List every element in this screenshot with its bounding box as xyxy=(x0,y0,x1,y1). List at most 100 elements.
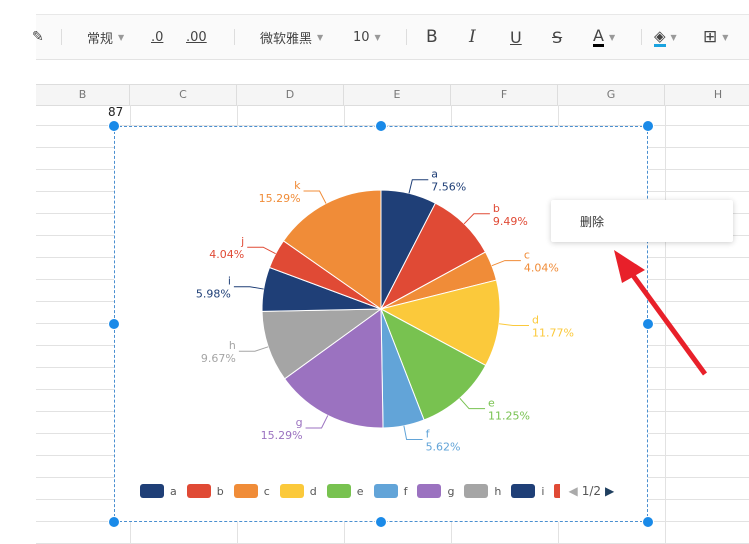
legend-label: h xyxy=(494,484,502,498)
slice-category-label: j xyxy=(240,235,244,248)
legend-next-icon[interactable]: ▶ xyxy=(605,484,614,498)
resize-handle-t[interactable] xyxy=(375,120,387,132)
legend-swatch-partial xyxy=(554,484,561,498)
paint-bucket-icon: ◈ xyxy=(654,26,666,47)
bold-button[interactable]: B xyxy=(426,15,438,59)
menu-item-delete[interactable]: 删除 xyxy=(580,213,604,230)
slice-percent-label: 9.67% xyxy=(201,352,236,365)
legend-swatch xyxy=(464,484,489,498)
font-size-dropdown[interactable]: 10 ▼ xyxy=(353,15,381,59)
legend-swatch xyxy=(511,484,536,498)
leader-line xyxy=(247,246,276,255)
borders-button[interactable]: ⊞ ▼ xyxy=(703,15,728,59)
legend-page-indicator: 1/2 xyxy=(581,484,602,498)
slice-percent-label: 11.77% xyxy=(532,326,574,339)
slice-category-label: e xyxy=(488,397,495,410)
slice-category-label: d xyxy=(532,313,539,326)
legend-swatch xyxy=(373,484,398,498)
slice-percent-label: 15.29% xyxy=(259,192,301,205)
leader-line xyxy=(403,425,423,441)
pie-svg: a7.56%b9.49%c4.04%d11.77%e11.25%f5.62%g1… xyxy=(196,168,574,454)
chevron-down-icon: ▼ xyxy=(670,32,677,42)
borders-icon: ⊞ xyxy=(703,27,718,47)
legend-label: d xyxy=(309,484,317,498)
chevron-down-icon: ▼ xyxy=(317,32,324,42)
column-header: B C D E F G H xyxy=(36,84,749,106)
font-family-dropdown[interactable]: 微软雅黑 ▼ xyxy=(260,15,323,59)
slice-percent-label: 9.49% xyxy=(493,215,528,228)
strikethrough-button[interactable]: S xyxy=(552,15,562,59)
column-header-c[interactable]: C xyxy=(130,85,237,105)
legend-item-e[interactable]: e xyxy=(326,484,364,498)
slice-percent-label: 11.25% xyxy=(488,410,530,423)
resize-handle-r[interactable] xyxy=(642,318,654,330)
number-format-dropdown[interactable]: 常规 ▼ xyxy=(87,15,124,59)
leader-line xyxy=(499,323,529,326)
slice-percent-label: 5.62% xyxy=(426,441,461,454)
slice-category-label: b xyxy=(493,202,500,215)
column-header-g[interactable]: G xyxy=(558,85,665,105)
leader-line xyxy=(238,346,269,352)
decrease-decimal-button[interactable]: .0 xyxy=(151,15,163,59)
legend-swatch xyxy=(417,484,442,498)
leader-line xyxy=(459,397,486,410)
legend-item-a[interactable]: a xyxy=(140,484,177,498)
resize-handle-br[interactable] xyxy=(642,516,654,528)
legend-item-f[interactable]: f xyxy=(373,484,408,498)
fill-color-button[interactable]: ◈ ▼ xyxy=(654,15,677,59)
slice-percent-label: 15.29% xyxy=(261,429,303,442)
resize-handle-tr[interactable] xyxy=(642,120,654,132)
leader-line xyxy=(491,260,521,267)
column-header-f[interactable]: F xyxy=(451,85,558,105)
legend-item-b[interactable]: b xyxy=(186,484,224,498)
chevron-down-icon: ▼ xyxy=(118,32,125,42)
increase-decimal-button[interactable]: .00 xyxy=(186,15,207,59)
resize-handle-bl[interactable] xyxy=(108,516,120,528)
legend-prev-icon[interactable]: ◀ xyxy=(568,484,577,498)
column-header-e[interactable]: E xyxy=(344,85,451,105)
slice-category-label: i xyxy=(228,275,231,288)
slice-category-label: a xyxy=(431,168,438,181)
resize-handle-l[interactable] xyxy=(108,318,120,330)
legend-swatch xyxy=(279,484,304,498)
resize-handle-tl[interactable] xyxy=(108,120,120,132)
font-color-button[interactable]: A ▼ xyxy=(593,15,615,59)
slice-percent-label: 7.56% xyxy=(431,181,466,194)
legend-item-d[interactable]: d xyxy=(279,484,317,498)
column-header-h[interactable]: H xyxy=(665,85,749,105)
context-menu: 删除 xyxy=(551,200,733,242)
slice-percent-label: 4.04% xyxy=(524,262,559,275)
legend-swatch xyxy=(140,484,164,498)
legend-label: f xyxy=(403,484,408,498)
leader-line xyxy=(303,190,327,204)
chevron-down-icon: ▼ xyxy=(722,32,729,42)
legend-label: c xyxy=(263,484,270,498)
legend-item-c[interactable]: c xyxy=(233,484,270,498)
legend-swatch xyxy=(233,484,258,498)
format-painter-icon[interactable]: ✎ xyxy=(32,15,44,59)
legend-item-i[interactable]: i xyxy=(511,484,544,498)
column-header-b[interactable]: B xyxy=(36,85,130,105)
resize-handle-b[interactable] xyxy=(375,516,387,528)
slice-category-label: g xyxy=(296,416,303,429)
legend-swatch xyxy=(186,484,211,498)
chart-legend: a b c d e f g h i ◀ 1/2 ▶ xyxy=(140,484,614,498)
cell-value[interactable]: 87 xyxy=(108,105,123,119)
leader-line xyxy=(408,179,429,194)
slice-percent-label: 4.04% xyxy=(209,248,244,261)
legend-label: b xyxy=(216,484,224,498)
slice-category-label: f xyxy=(426,428,431,441)
column-header-d[interactable]: D xyxy=(237,85,344,105)
legend-label: e xyxy=(356,484,364,498)
leader-line xyxy=(463,213,490,225)
leader-line xyxy=(233,286,264,290)
underline-button[interactable]: U xyxy=(510,15,522,59)
toolbar: ✎ 常规 ▼ .0 .00 微软雅黑 ▼ 10 ▼ B I U S A ▼ ◈ ▼ ⊞ ▼ xyxy=(32,14,749,60)
chevron-down-icon: ▼ xyxy=(374,32,381,42)
legend-swatch xyxy=(326,484,351,498)
legend-item-h[interactable]: h xyxy=(464,484,501,498)
legend-label: i xyxy=(541,484,545,498)
pie-chart[interactable]: a 7.56% b 9.49% c 4.04% d 11.77% e 11.25% f 5.62% g 1… xyxy=(114,126,648,522)
italic-button[interactable]: I xyxy=(469,15,476,59)
legend-item-g[interactable]: g xyxy=(417,484,454,498)
